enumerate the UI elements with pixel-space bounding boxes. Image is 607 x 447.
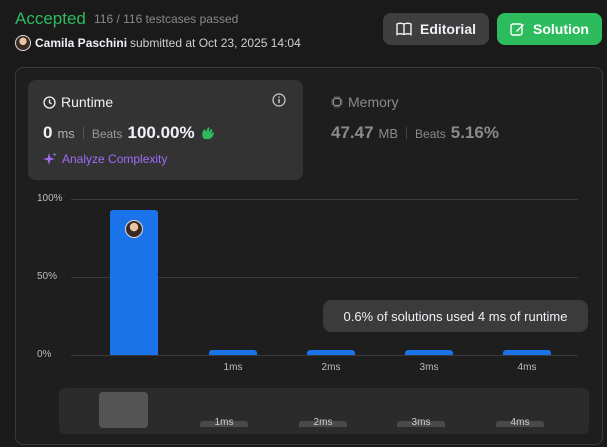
- memory-beats-value: 5.16%: [450, 123, 499, 142]
- editorial-label: Editorial: [419, 21, 476, 37]
- x-tick-label: 3ms: [419, 362, 439, 373]
- y-tick-label: 100%: [37, 193, 63, 204]
- runtime-value: 0: [43, 123, 53, 142]
- clap-icon: [201, 127, 214, 139]
- analyze-label: Analyze Complexity: [62, 152, 168, 166]
- y-tick-label: 0%: [37, 349, 52, 360]
- mini-tick-label: 3ms: [411, 417, 431, 428]
- runtime-title: Runtime: [43, 94, 113, 110]
- gridline: [71, 199, 578, 200]
- runtime-title-text: Runtime: [61, 94, 114, 110]
- x-tick-label: 1ms: [223, 362, 243, 373]
- gridline: [71, 355, 578, 356]
- range-selector-handle[interactable]: [99, 392, 148, 428]
- memory-stats: 47.47 MB Beats 5.16%: [331, 123, 499, 143]
- chart-bar[interactable]: [503, 350, 551, 355]
- beats-label: Beats: [415, 127, 446, 141]
- editorial-button[interactable]: Editorial: [383, 13, 489, 45]
- beats-label: Beats: [91, 127, 123, 141]
- runtime-stats: 0 ms Beats 100.00%: [43, 123, 216, 143]
- bar-avatar: [125, 220, 143, 238]
- solution-label: Solution: [533, 21, 589, 37]
- analyze-complexity-button[interactable]: Analyze Complexity: [43, 152, 167, 166]
- runtime-beats-value: 100.00%: [127, 123, 195, 142]
- divider: [406, 127, 408, 139]
- memory-value: 47.47: [331, 123, 374, 142]
- edit-icon: [510, 22, 524, 36]
- book-icon: [396, 22, 412, 36]
- avatar[interactable]: [15, 35, 31, 51]
- user-name[interactable]: Camila Paschini: [35, 36, 127, 50]
- memory-unit: MB: [378, 126, 399, 141]
- submitted-time: submitted at Oct 23, 2025 14:04: [130, 36, 301, 50]
- chip-icon: [331, 96, 343, 108]
- testcases-passed: 116 / 116 testcases passed: [94, 12, 239, 26]
- chart-bar[interactable]: [307, 350, 355, 355]
- memory-title[interactable]: Memory: [331, 94, 399, 110]
- submission-status: Accepted: [15, 9, 86, 28]
- info-icon[interactable]: [272, 93, 286, 107]
- mini-tick-label: 2ms: [313, 417, 333, 428]
- chart-bar[interactable]: [405, 350, 453, 355]
- mini-tick-label: 1ms: [214, 417, 234, 428]
- x-tick-label: 2ms: [321, 362, 341, 373]
- clock-icon: [43, 95, 56, 109]
- runtime-unit: ms: [57, 126, 75, 141]
- divider: [82, 127, 84, 139]
- sparkle-icon: [43, 152, 57, 165]
- mini-tick-label: 4ms: [510, 417, 530, 428]
- solution-button[interactable]: Solution: [497, 13, 602, 45]
- chart-bar[interactable]: [209, 350, 257, 355]
- chart-tooltip: 0.6% of solutions used 4 ms of runtime: [323, 300, 588, 332]
- x-tick-label: 4ms: [517, 362, 537, 373]
- y-tick-label: 50%: [37, 271, 58, 282]
- memory-title-text: Memory: [348, 94, 399, 110]
